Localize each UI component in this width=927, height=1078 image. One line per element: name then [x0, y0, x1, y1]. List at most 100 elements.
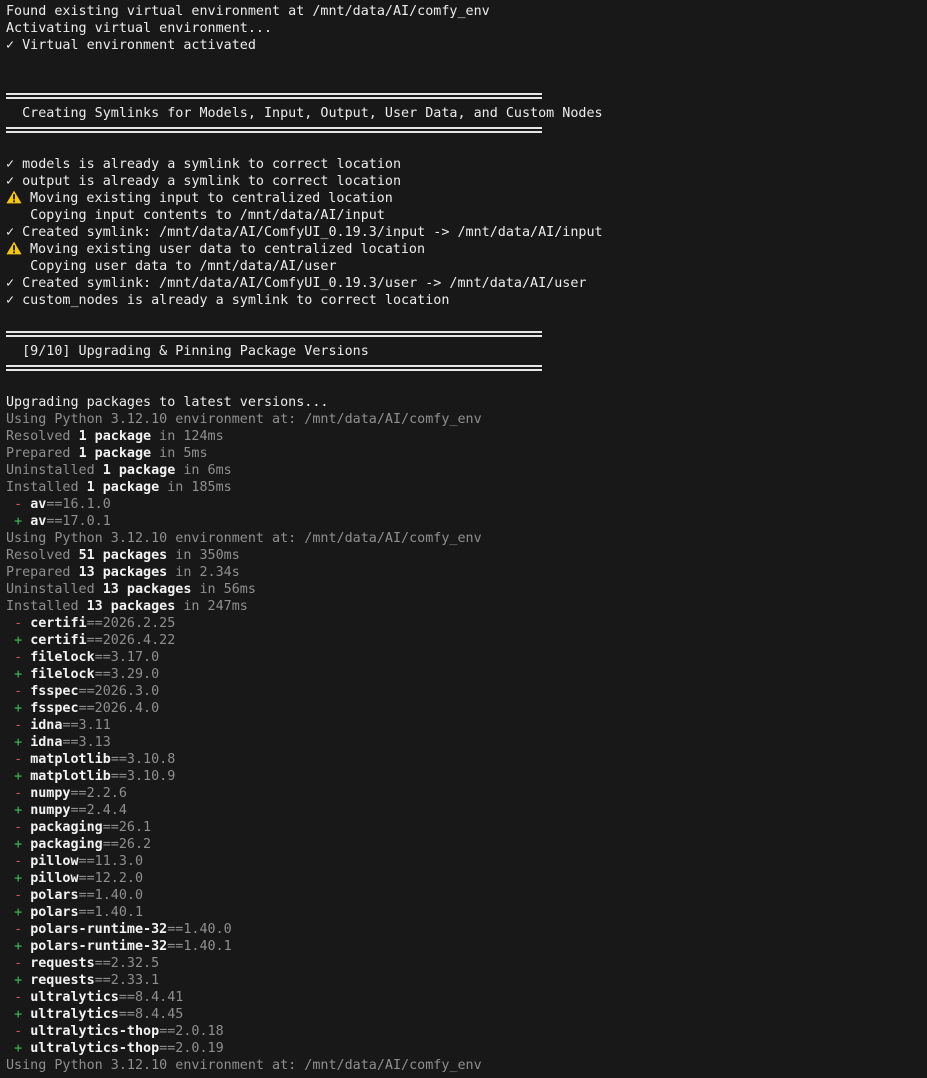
minus-sign: - — [14, 820, 23, 835]
plus-sign: + — [14, 769, 23, 784]
output-line: ✓ output is already a symlink to correct… — [6, 173, 927, 190]
package-removed-line: - polars==1.40.0 — [6, 887, 927, 904]
package-version: ==2.33.1 — [94, 973, 160, 988]
stat-count: 51 packages — [78, 548, 168, 563]
line-text: Creating Symlinks for Models, Input, Out… — [6, 106, 603, 121]
stat-line: Resolved 1 package in 124ms — [6, 428, 927, 445]
minus-sign: - — [14, 684, 23, 699]
package-added-line: + numpy==2.4.4 — [6, 802, 927, 819]
line-text: Using Python 3.12.10 environment at: /mn… — [6, 1058, 482, 1073]
package-added-line: + fsspec==2026.4.0 — [6, 700, 927, 717]
terminal-output[interactable]: Found existing virtual environment at /m… — [0, 0, 927, 1078]
package-name: idna — [30, 718, 63, 733]
output-line: Found existing virtual environment at /m… — [6, 3, 927, 20]
section-rule — [6, 360, 927, 377]
package-added-line: + polars==1.40.1 — [6, 904, 927, 921]
warning-icon — [6, 241, 22, 255]
package-version: ==1.40.0 — [78, 888, 144, 903]
stat-line: Resolved 51 packages in 350ms — [6, 547, 927, 564]
package-removed-line: - av==16.1.0 — [6, 496, 927, 513]
stat-line: Uninstalled 13 packages in 56ms — [6, 581, 927, 598]
minus-sign: - — [14, 786, 23, 801]
stat-time: in 247ms — [175, 599, 248, 614]
package-version: ==3.13 — [62, 735, 111, 750]
package-name: packaging — [30, 837, 103, 852]
package-name: fsspec — [30, 684, 79, 699]
plus-sign: + — [14, 973, 23, 988]
output-line: Activating virtual environment... — [6, 20, 927, 37]
package-added-line: + av==17.0.1 — [6, 513, 927, 530]
package-name: requests — [30, 973, 95, 988]
stat-line: Prepared 13 packages in 2.34s — [6, 564, 927, 581]
output-line: Creating Symlinks for Models, Input, Out… — [6, 105, 927, 122]
package-removed-line: - numpy==2.2.6 — [6, 785, 927, 802]
line-text: ✓ Virtual environment activated — [6, 38, 256, 53]
package-added-line: + pillow==12.2.0 — [6, 870, 927, 887]
package-version: ==3.29.0 — [94, 667, 160, 682]
line-text: ✓ custom_nodes is already a symlink to c… — [6, 293, 450, 308]
minus-sign: - — [14, 616, 23, 631]
package-removed-line: - requests==2.32.5 — [6, 955, 927, 972]
package-removed-line: - ultralytics-thop==2.0.18 — [6, 1023, 927, 1040]
stat-line: Prepared 1 package in 5ms — [6, 445, 927, 462]
package-removed-line: - matplotlib==3.10.8 — [6, 751, 927, 768]
warning-line: Moving existing user data to centralized… — [6, 241, 927, 258]
package-removed-line: - idna==3.11 — [6, 717, 927, 734]
package-name: polars-runtime-32 — [30, 922, 168, 937]
line-text: Activating virtual environment... — [6, 21, 273, 36]
package-name: packaging — [30, 820, 103, 835]
output-line: ✓ models is already a symlink to correct… — [6, 156, 927, 173]
section-rule — [6, 122, 927, 139]
package-removed-line: - certifi==2026.2.25 — [6, 615, 927, 632]
package-removed-line: - fsspec==2026.3.0 — [6, 683, 927, 700]
output-line: Copying user data to /mnt/data/AI/user — [6, 258, 927, 275]
plus-sign: + — [14, 1007, 23, 1022]
package-version: ==16.1.0 — [46, 497, 111, 512]
line-text: Copying user data to /mnt/data/AI/user — [6, 259, 337, 274]
output-line: Copying input contents to /mnt/data/AI/i… — [6, 207, 927, 224]
plus-sign: + — [14, 701, 23, 716]
package-name: pillow — [30, 871, 79, 886]
stat-label: Uninstalled — [6, 463, 103, 478]
plus-sign: + — [14, 905, 23, 920]
package-added-line: + ultralytics-thop==2.0.19 — [6, 1040, 927, 1057]
output-line-dim: Using Python 3.12.10 environment at: /mn… — [6, 530, 927, 547]
output-line-dim: Using Python 3.12.10 environment at: /mn… — [6, 411, 927, 428]
package-name: idna — [30, 735, 63, 750]
line-text: Moving existing input to centralized loc… — [30, 191, 393, 206]
plus-sign: + — [14, 633, 23, 648]
package-version: ==2.0.19 — [159, 1041, 224, 1056]
stat-label: Resolved — [6, 548, 79, 563]
package-name: polars — [30, 905, 79, 920]
package-name: av — [30, 514, 47, 529]
stat-label: Uninstalled — [6, 582, 103, 597]
minus-sign: - — [14, 718, 23, 733]
